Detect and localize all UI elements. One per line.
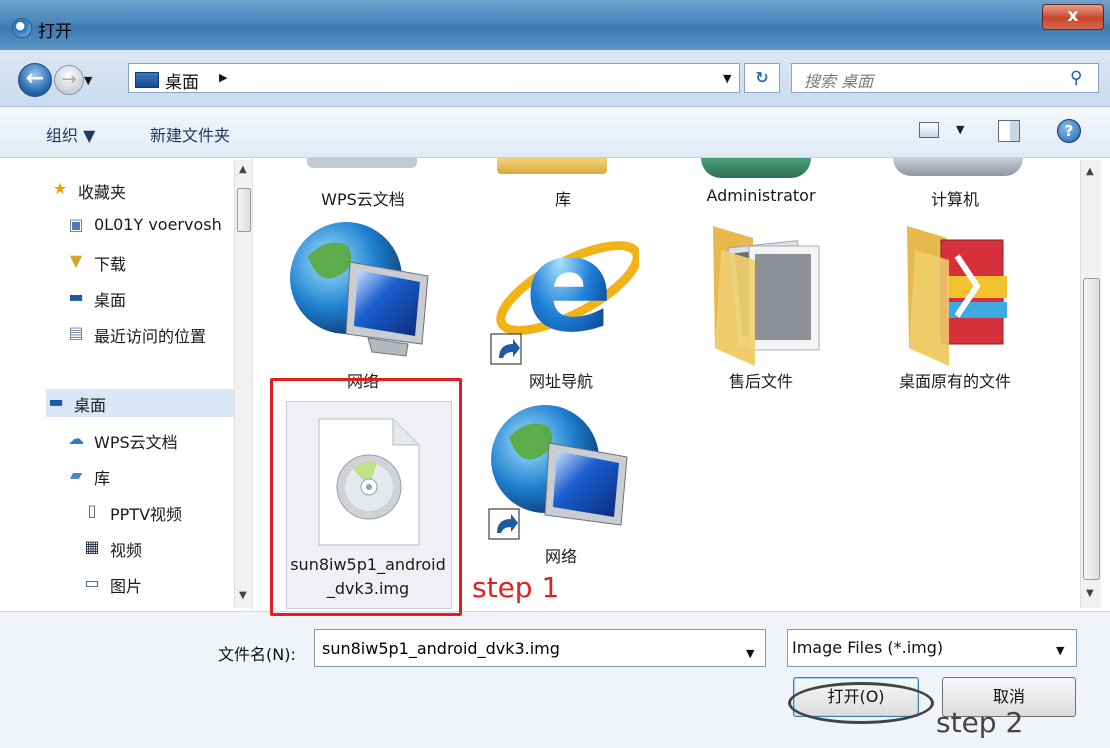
filename-input[interactable] [314,629,766,667]
recent-places-icon: ▤ [68,323,84,342]
filename-label: 文件名(N): [218,645,296,664]
list-item-network-shortcut[interactable]: 网络 [471,401,651,581]
computer-partial-icon [893,158,1023,176]
document-icon: ▯ [87,501,97,520]
svg-text:e: e [525,218,613,361]
step1-annotation: step 1 [472,571,560,604]
list-item-library[interactable]: 库 [473,184,653,212]
dialog-icon [12,18,32,38]
breadcrumb-arrow-icon[interactable]: ▶ [219,71,227,84]
list-item-computer[interactable]: 计算机 [865,184,1045,212]
desktop-icon [135,72,159,88]
back-button[interactable]: ← [18,63,52,97]
search-input[interactable]: 搜索 桌面 [804,68,873,92]
picture-icon: ▭ [84,573,100,592]
sidebar-item-pictures[interactable]: ▭ 图片 [82,570,236,598]
sidebar-item-library[interactable]: ▰ 库 [66,462,236,490]
star-icon: ★ [52,179,68,198]
scroll-up-icon[interactable]: ▲ [239,164,247,175]
filetype-dropdown-icon[interactable]: ▼ [1056,644,1064,657]
new-folder-button[interactable]: 新建文件夹 [150,122,230,146]
list-item-original-desktop-files[interactable]: 桌面原有的文件 [865,214,1045,394]
sidebar-item-downloads[interactable]: ▼ 下载 [66,248,236,276]
organize-button[interactable]: 组织 ▼ [46,122,95,146]
list-item-web-navigation[interactable]: e 网址导航 [471,214,651,394]
step2-annotation: step 2 [936,706,1024,739]
desktop-icon: ▬ [48,392,64,411]
video-icon: ▦ [84,537,100,556]
sidebar-item-recent-places[interactable]: ▤ 最近访问的位置 [66,320,236,348]
refresh-button[interactable]: ↻ [744,63,780,93]
folder-photos-icon [713,226,820,366]
step1-highlight-box [270,378,462,616]
network-globe-icon [290,222,429,357]
desktop-icon: ▬ [68,287,84,306]
address-bar[interactable]: 桌面 ▶ ▼ [128,63,740,93]
breadcrumb-desktop[interactable]: 桌面 [165,68,199,93]
network-globe-shortcut-icon [488,405,628,540]
scroll-thumb[interactable] [237,188,251,232]
search-box[interactable]: 搜索 桌面 ⚲ [791,63,1099,93]
filename-dropdown-icon[interactable]: ▼ [746,647,754,660]
sidebar-item-favorites[interactable]: ★ 收藏夹 [50,176,230,204]
list-item-after-sales-files[interactable]: 售后文件 [671,214,851,394]
preview-pane-button[interactable] [998,120,1020,142]
sidebar-item-network-drive[interactable]: ▣ 0L01Y voervosh [66,212,236,240]
filetype-select[interactable]: Image Files (*.img) ▼ [787,629,1077,667]
sidebar-item-desktop[interactable]: ▬ 桌面 [66,284,236,312]
list-item-network[interactable]: 网络 [273,214,453,394]
list-item-administrator[interactable]: Administrator [671,184,851,212]
library-icon: ▰ [69,465,83,484]
scroll-down-icon[interactable]: ▼ [239,590,247,601]
scroll-down-icon[interactable]: ▼ [1086,588,1094,599]
view-dropdown-icon[interactable]: ▼ [956,123,964,136]
command-bar: 组织 ▼ 新建文件夹 ▼ ? [0,107,1110,158]
list-item-wps-cloud[interactable]: WPS云文档 [273,184,453,212]
sidebar-scrollbar[interactable]: ▲ ▼ [234,160,252,608]
title-bar: 打开 x [0,0,1110,50]
change-view-button[interactable] [919,122,939,138]
sidebar-item-videos[interactable]: ▦ 视频 [82,534,236,562]
search-icon[interactable]: ⚲ [1070,68,1082,88]
navigation-pane: ★ 收藏夹 ▣ 0L01Y voervosh ▼ 下载 ▬ 桌面 ▤ 最近访问的… [0,158,253,610]
download-folder-icon: ▼ [69,251,83,270]
cloud-folder-partial-icon [307,158,417,168]
close-button[interactable]: x [1042,4,1104,30]
navigation-bar: ← → ▼ 桌面 ▶ ▼ ↻ 搜索 桌面 ⚲ [0,50,1110,107]
window-title: 打开 [38,22,72,42]
sidebar-item-desktop-root[interactable]: ▬ 桌面 [46,389,236,417]
sidebar-item-pptv[interactable]: ▯ PPTV视频 [82,498,236,526]
scroll-up-icon[interactable]: ▲ [1086,166,1094,177]
step2-highlight-oval [788,682,934,724]
help-button[interactable]: ? [1057,119,1081,143]
ie-shortcut-icon: e [490,218,639,365]
user-partial-icon [701,158,811,178]
content-scrollbar[interactable]: ▲ ▼ [1080,160,1101,608]
library-partial-icon [497,158,607,174]
cloud-icon: ☁ [68,429,84,448]
sidebar-item-wps-cloud[interactable]: ☁ WPS云文档 [66,426,236,454]
network-drive-icon: ▣ [68,215,84,234]
folder-zip-icon [907,226,1007,366]
forward-button[interactable]: → [54,65,84,95]
filetype-value: Image Files (*.img) [792,638,944,657]
scroll-thumb[interactable] [1083,278,1100,580]
history-dropdown-icon[interactable]: ▼ [84,74,92,87]
address-dropdown-icon[interactable]: ▼ [723,72,731,85]
